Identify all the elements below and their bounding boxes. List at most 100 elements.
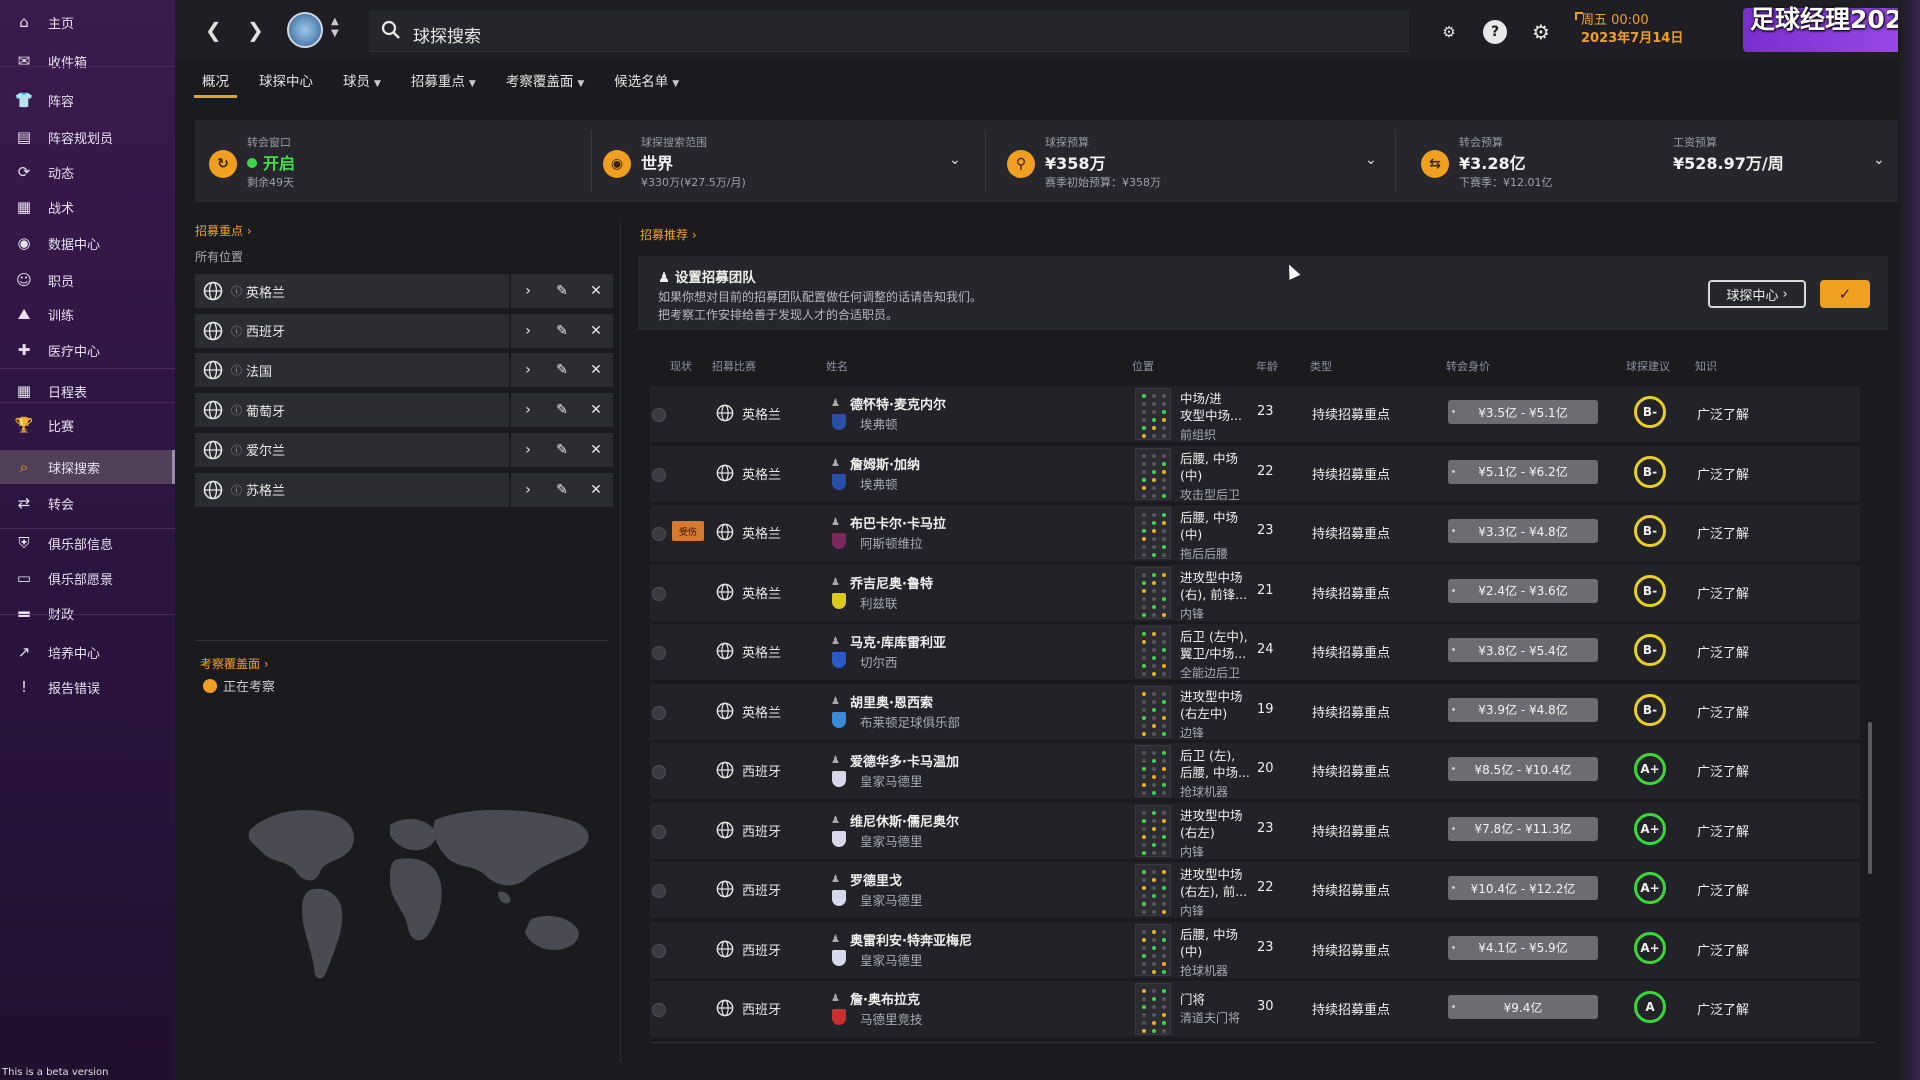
focus-item[interactable]: ⓘ 法国 — [195, 353, 509, 388]
status-indicator[interactable] — [652, 705, 666, 720]
club-badge-icon[interactable] — [287, 12, 323, 48]
table-row[interactable]: 西班牙 ♟ 奥雷利安·特奔亚梅尼 皇家马德里 后腰, 中场 (中) 抢球机器 23 持续招募重点… — [650, 920, 1860, 978]
recommendation-badge[interactable]: B- — [1634, 574, 1666, 607]
club-name[interactable]: 皇家马德里 — [860, 950, 923, 969]
status-indicator[interactable] — [652, 884, 666, 898]
sidebar-item[interactable]: ↗ 培养中心 — [0, 635, 175, 669]
header-name[interactable]: 姓名 — [826, 358, 848, 374]
scrollbar[interactable] — [1868, 722, 1872, 874]
close-icon[interactable]: ✕ — [579, 472, 613, 507]
player-name[interactable]: 德怀特·麦克内尔 — [850, 394, 946, 413]
club-name[interactable]: 切尔西 — [860, 652, 898, 671]
wage-budget-cell[interactable]: 工资预算 ¥528.97万/周 ⌄ — [1625, 120, 1895, 202]
recruitment-focus-link[interactable]: 招募重点 › — [195, 222, 615, 239]
player-name[interactable]: 爱德华多·卡马温加 — [850, 751, 959, 770]
sidebar-item[interactable]: ✉ 收件箱 — [0, 44, 175, 78]
chevron-right-icon[interactable]: › — [511, 313, 545, 348]
edit-icon[interactable]: ✎ — [545, 313, 579, 348]
table-row[interactable]: 西班牙 ♟ 罗德里戈 皇家马德里 进攻型中场 (右左), 前... 内锋 22 持续招募重点 ¥1… — [650, 860, 1860, 918]
header-status[interactable]: 现状 — [670, 358, 692, 374]
recommendation-badge[interactable]: A+ — [1634, 812, 1666, 845]
status-indicator[interactable] — [652, 824, 666, 839]
edit-icon[interactable]: ✎ — [545, 432, 579, 467]
player-name[interactable]: 马克·库库雷利亚 — [850, 632, 946, 651]
sidebar-item[interactable]: ▭ 俱乐部愿景 — [0, 561, 175, 595]
focus-item[interactable]: ⓘ 苏格兰 — [195, 472, 509, 507]
club-name[interactable]: 马德里竞技 — [860, 1009, 923, 1028]
club-name[interactable]: 埃弗顿 — [860, 474, 898, 493]
confirm-button[interactable]: ✓ — [1820, 280, 1870, 308]
focus-item[interactable]: ⓘ 英格兰 — [195, 274, 509, 308]
sidebar-item[interactable]: ▬ 财政 — [0, 596, 175, 630]
club-name[interactable]: 埃弗顿 — [860, 414, 898, 433]
sidebar-item[interactable]: 🏆 比赛 — [0, 408, 175, 442]
status-indicator[interactable] — [652, 646, 666, 660]
close-icon[interactable]: ✕ — [579, 393, 613, 428]
tab-item[interactable]: 候选名单 ▼ — [602, 64, 691, 98]
focus-item[interactable]: ⓘ 葡萄牙 — [195, 393, 509, 428]
header-age[interactable]: 年龄 — [1256, 358, 1278, 374]
sidebar-item[interactable]: 👕 阵容 — [0, 83, 175, 117]
chevron-down-icon[interactable]: ⌄ — [1873, 152, 1885, 168]
close-icon[interactable]: ✕ — [579, 432, 613, 467]
chevron-right-icon[interactable]: › — [511, 393, 545, 428]
header-type[interactable]: 类型 — [1310, 358, 1332, 374]
recommendation-badge[interactable]: B- — [1634, 396, 1666, 428]
tab-item[interactable]: 概况 — [190, 64, 241, 98]
header-recommendation[interactable]: 球探建议 — [1626, 358, 1670, 374]
status-indicator[interactable] — [652, 1003, 666, 1017]
status-indicator[interactable] — [652, 527, 666, 541]
sidebar-item[interactable]: ⇄ 转会 — [0, 486, 175, 520]
sidebar-item[interactable]: ☺ 职员 — [0, 263, 175, 297]
forward-arrow-icon[interactable]: ❯ — [247, 18, 264, 42]
table-row[interactable]: 英格兰 ♟ 德怀特·麦克内尔 埃弗顿 中场/进 攻型中场... 前组织 23 持续招募重点 ¥3.… — [650, 384, 1860, 442]
back-arrow-icon[interactable]: ❮ — [205, 18, 222, 42]
club-name[interactable]: 利兹联 — [860, 593, 898, 612]
sidebar-item[interactable]: ⛰ 训练 — [0, 297, 175, 331]
sidebar-item[interactable]: ⟳ 动态 — [0, 155, 175, 189]
header-knowledge[interactable]: 知识 — [1695, 358, 1717, 374]
chevron-right-icon[interactable]: › — [511, 472, 545, 507]
sidebar-item[interactable]: ▤ 阵容规划员 — [0, 120, 175, 154]
edit-icon[interactable]: ✎ — [545, 472, 579, 507]
tab-item[interactable]: 球员 ▼ — [331, 64, 393, 98]
club-name[interactable]: 阿斯顿维拉 — [860, 533, 923, 552]
club-switch-icon[interactable]: ▲ ▼ — [331, 16, 339, 40]
sidebar-item[interactable]: ⌕ 球探搜索 — [0, 450, 175, 484]
player-name[interactable]: 詹姆斯·加纳 — [850, 454, 920, 473]
header-competition[interactable]: 招募比赛 — [712, 358, 756, 374]
sidebar-item[interactable]: ! 报告错误 — [0, 670, 175, 704]
sidebar-item[interactable]: ✚ 医疗中心 — [0, 333, 175, 367]
chevron-down-icon[interactable]: ⌄ — [1365, 152, 1377, 168]
player-name[interactable]: 乔吉尼奥·鲁特 — [850, 573, 933, 592]
close-icon[interactable]: ✕ — [579, 313, 613, 348]
close-icon[interactable]: ✕ — [579, 274, 613, 308]
recommendation-badge[interactable]: B- — [1634, 455, 1666, 488]
table-row[interactable]: 西班牙 ♟ 爱德华多·卡马温加 皇家马德里 后卫 (左), 后腰, 中场... 抢球机器 20… — [650, 741, 1860, 799]
recommendation-badge[interactable]: A+ — [1634, 872, 1666, 904]
focus-item[interactable]: ⓘ 爱尔兰 — [195, 432, 509, 467]
player-name[interactable]: 詹·奥布拉克 — [850, 989, 920, 1008]
status-indicator[interactable] — [652, 943, 666, 958]
gear-icon[interactable]: ⚙ — [1529, 20, 1553, 44]
header-value[interactable]: 转会身价 — [1446, 358, 1490, 374]
status-indicator[interactable] — [652, 765, 666, 779]
header-position[interactable]: 位置 — [1132, 358, 1154, 374]
edit-icon[interactable]: ✎ — [545, 393, 579, 428]
recommendation-badge[interactable]: A+ — [1634, 931, 1666, 964]
status-indicator[interactable] — [652, 467, 666, 482]
recommendation-badge[interactable]: B- — [1634, 634, 1666, 666]
table-row[interactable]: 英格兰 ♟ 詹姆斯·加纳 埃弗顿 后腰, 中场 (中) 攻击型后卫 22 持续招募重点 ¥5.1亿… — [650, 444, 1860, 502]
close-icon[interactable]: ✕ — [579, 353, 613, 388]
player-name[interactable]: 胡里奥·恩西索 — [850, 692, 933, 711]
table-row[interactable]: 西班牙 ♟ 维尼休斯·儒尼奥尔 皇家马德里 进攻型中场 (右左) 内锋 23 持续招募重点 ¥7.… — [650, 801, 1860, 859]
chevron-right-icon[interactable]: › — [511, 353, 545, 388]
world-map[interactable] — [240, 790, 610, 990]
scouting-budget-cell[interactable]: ⚲ 球探预算 ¥358万 赛季初始预算：¥358万 ⌄ — [993, 120, 1403, 202]
player-name[interactable]: 布巴卡尔·卡马拉 — [850, 513, 946, 532]
table-row[interactable]: 英格兰 ♟ 乔吉尼奥·鲁特 利兹联 进攻型中场 (右), 前锋... 内锋 21 持续招募重点 ¥… — [650, 563, 1860, 621]
player-name[interactable]: 奥雷利安·特奔亚梅尼 — [850, 930, 972, 949]
recommendation-badge[interactable]: A — [1634, 991, 1666, 1023]
chevron-right-icon[interactable]: › — [511, 432, 545, 467]
sidebar-item[interactable]: ⛨ 俱乐部信息 — [0, 526, 175, 560]
